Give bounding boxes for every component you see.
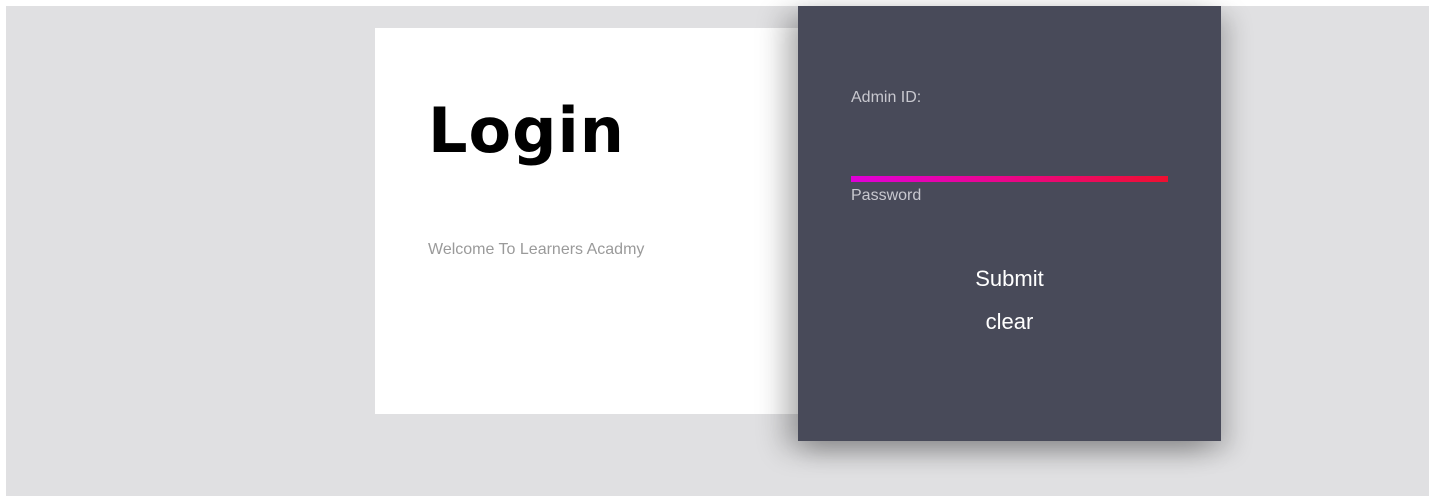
clear-button[interactable]: clear [798,309,1221,335]
password-label[interactable]: Password [851,187,921,205]
admin-id-label: Admin ID: [851,89,922,106]
login-form-panel: Admin ID: Password Submit clear [798,6,1221,441]
welcome-message: Welcome To Learners Acadmy [428,241,645,258]
admin-id-underline [851,176,1168,182]
admin-id-input[interactable] [851,116,1171,176]
page-title: Login [428,94,625,167]
login-info-card: Login Welcome To Learners Acadmy [375,28,835,414]
submit-button[interactable]: Submit [798,266,1221,292]
